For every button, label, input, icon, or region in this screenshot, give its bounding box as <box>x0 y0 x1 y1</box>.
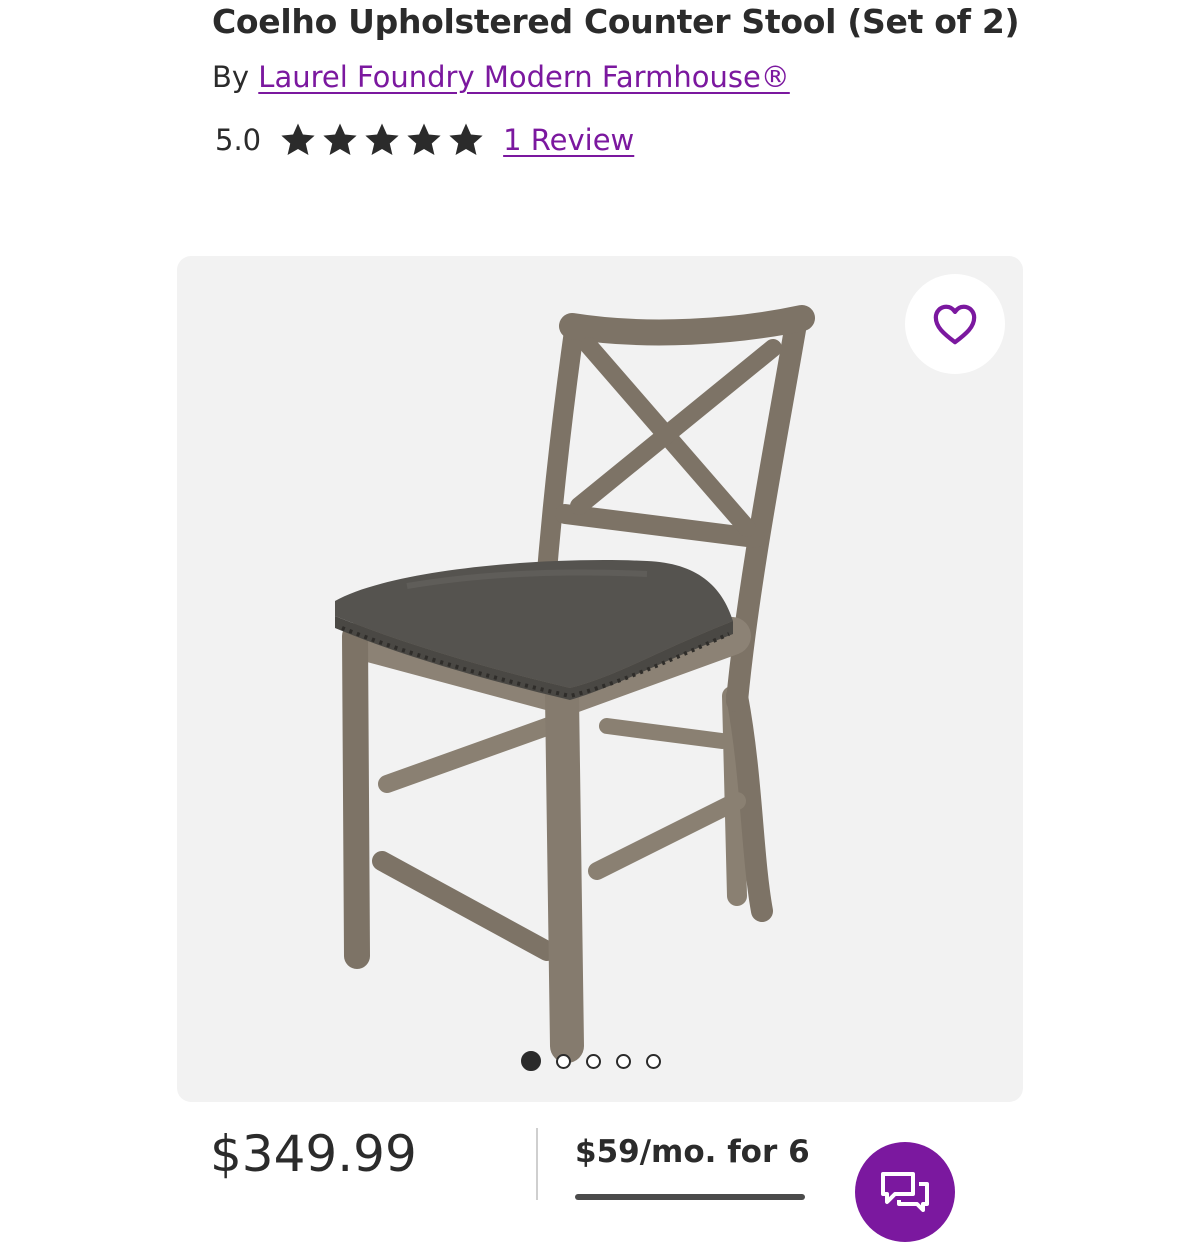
carousel-dot-4[interactable] <box>616 1053 631 1069</box>
rating-row: 5.0 1 Review <box>215 118 634 162</box>
rating-value: 5.0 <box>215 123 262 157</box>
star-icon <box>281 123 315 156</box>
product-price: $349.99 <box>210 1125 417 1183</box>
reviews-link[interactable]: 1 Review <box>503 123 634 157</box>
favorite-button[interactable] <box>905 274 1005 374</box>
carousel-dot-1[interactable] <box>521 1051 541 1071</box>
carousel-dots <box>521 1051 661 1071</box>
heart-outline-icon <box>933 304 977 345</box>
star-icon <box>449 123 483 156</box>
product-image-gallery[interactable] <box>177 256 1023 1102</box>
chat-button[interactable] <box>855 1142 955 1242</box>
carousel-dot-5[interactable] <box>646 1053 661 1069</box>
price-divider <box>536 1128 538 1200</box>
carousel-dot-2[interactable] <box>556 1053 571 1069</box>
star-icon <box>365 123 399 156</box>
product-title: Coelho Upholstered Counter Stool (Set of… <box>212 2 1020 41</box>
brand-line: By Laurel Foundry Modern Farmhouse® <box>212 60 790 94</box>
product-image[interactable] <box>177 256 1023 1102</box>
by-prefix: By <box>212 60 250 94</box>
financing-offer[interactable]: $59/mo. for 6 <box>575 1134 810 1170</box>
star-icon <box>407 123 441 156</box>
chat-bubbles-icon <box>881 1172 929 1212</box>
brand-link[interactable]: Laurel Foundry Modern Farmhouse® <box>258 60 790 94</box>
star-icon <box>323 123 357 156</box>
carousel-dot-3[interactable] <box>586 1053 601 1069</box>
rating-stars <box>279 121 485 159</box>
